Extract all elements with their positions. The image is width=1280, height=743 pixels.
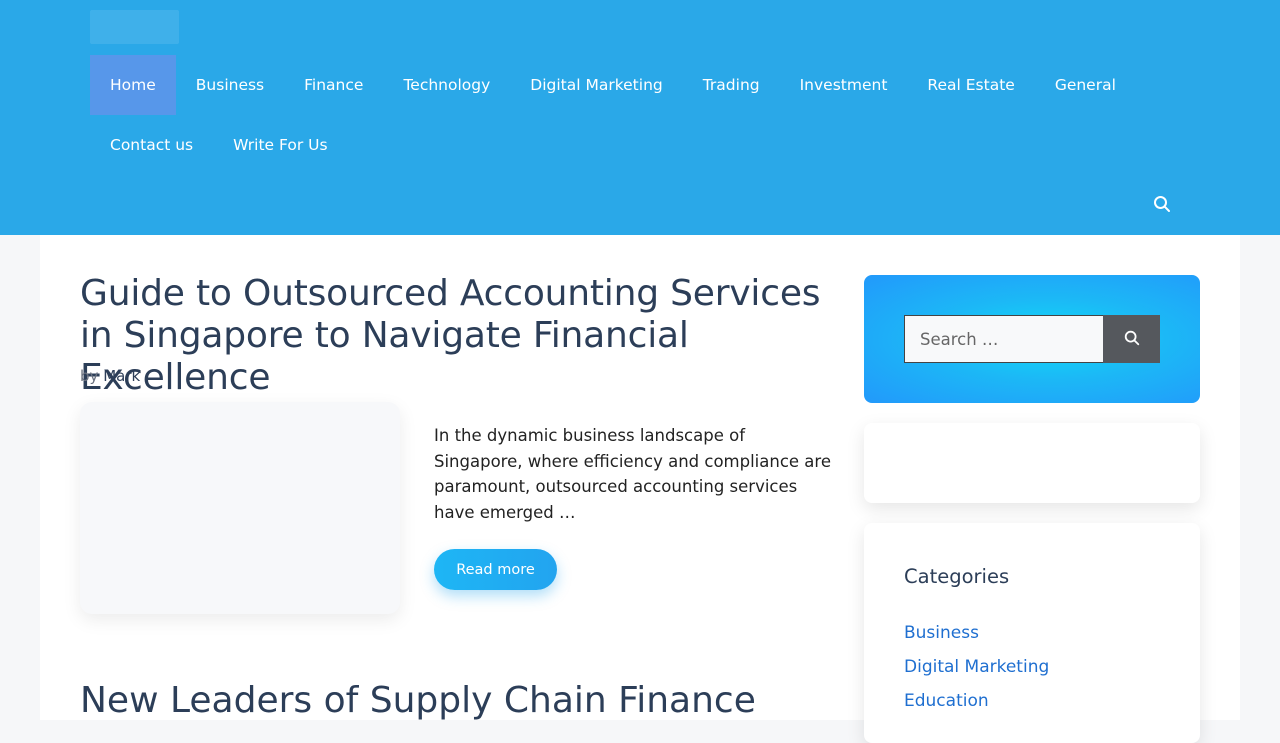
search-icon[interactable] — [1152, 194, 1172, 214]
post-title-2[interactable]: New Leaders of Supply Chain Finance — [80, 680, 840, 722]
search-icon — [1124, 330, 1139, 345]
byline-prefix: by — [80, 367, 99, 385]
nav-item-business[interactable]: Business — [176, 55, 284, 115]
category-link-business[interactable]: Business — [904, 623, 1049, 657]
author-link[interactable]: Mark — [103, 367, 140, 385]
read-more-button[interactable]: Read more — [434, 549, 557, 590]
category-link-digital-marketing[interactable]: Digital Marketing — [904, 657, 1049, 691]
nav-item-write-for-us[interactable]: Write For Us — [213, 115, 347, 175]
search-submit-button[interactable] — [1103, 315, 1160, 363]
post-title[interactable]: Guide to Outsourced Accounting Services … — [80, 273, 840, 399]
nav-item-home[interactable]: Home — [90, 55, 176, 115]
nav-item-real-estate[interactable]: Real Estate — [907, 55, 1034, 115]
nav-item-trading[interactable]: Trading — [683, 55, 780, 115]
search-widget — [864, 275, 1200, 403]
nav-item-digital-marketing[interactable]: Digital Marketing — [510, 55, 682, 115]
nav-item-general[interactable]: General — [1035, 55, 1136, 115]
empty-widget — [864, 423, 1200, 503]
site-header: Home Business Finance Technology Digital… — [0, 0, 1280, 235]
nav-item-investment[interactable]: Investment — [780, 55, 908, 115]
main-nav: Home Business Finance Technology Digital… — [90, 55, 1190, 175]
post-thumbnail[interactable] — [80, 402, 400, 614]
nav-item-contact-us[interactable]: Contact us — [90, 115, 213, 175]
categories-widget: Categories Business Digital Marketing Ed… — [864, 523, 1200, 743]
categories-list: Business Digital Marketing Education — [904, 623, 1049, 725]
post-excerpt: In the dynamic business landscape of Sin… — [434, 426, 831, 522]
nav-item-finance[interactable]: Finance — [284, 55, 383, 115]
post-byline: by Mark — [80, 367, 140, 385]
search-input[interactable] — [904, 315, 1103, 363]
site-logo[interactable] — [90, 10, 179, 44]
nav-item-technology[interactable]: Technology — [383, 55, 510, 115]
categories-title: Categories — [904, 565, 1010, 588]
